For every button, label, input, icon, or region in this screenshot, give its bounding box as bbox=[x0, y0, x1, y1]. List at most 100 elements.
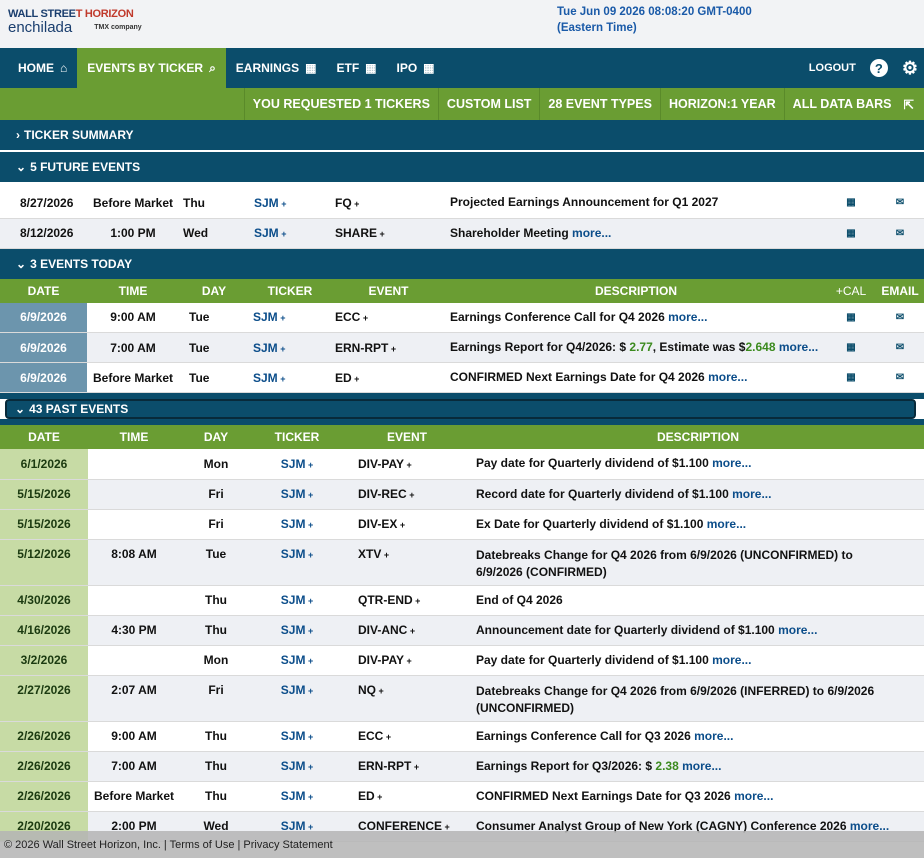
wall-street-horizon-logo[interactable]: WALL STREET HORIZON enchilada TMX company bbox=[8, 9, 142, 36]
more-link[interactable]: more... bbox=[779, 340, 818, 354]
ticker-cell[interactable]: SJM + bbox=[249, 302, 331, 333]
gear-icon[interactable]: ⚙ bbox=[902, 58, 918, 79]
event-cell[interactable]: DIV-PAY + bbox=[342, 645, 472, 676]
ticker-cell[interactable]: SJM + bbox=[249, 218, 331, 249]
date-cell: 8/12/2026 bbox=[0, 218, 87, 249]
day-cell: Wed bbox=[179, 218, 249, 249]
event-cell[interactable]: ED + bbox=[331, 362, 446, 393]
filter-label: 28 EVENT TYPES bbox=[548, 97, 652, 111]
event-cell[interactable]: ERN-RPT + bbox=[342, 751, 472, 782]
filter-2[interactable]: 28 EVENT TYPES bbox=[539, 88, 660, 120]
column-header: EVENT bbox=[342, 425, 472, 449]
ticker-cell[interactable]: SJM + bbox=[252, 479, 342, 510]
nav-home[interactable]: HOME ⌂ bbox=[8, 48, 77, 88]
ticker-summary-header[interactable]: › TICKER SUMMARY bbox=[0, 120, 924, 150]
more-link[interactable]: more... bbox=[778, 623, 817, 637]
more-link[interactable]: more... bbox=[707, 517, 746, 531]
ticker-cell[interactable]: SJM + bbox=[252, 449, 342, 480]
ticker-cell[interactable]: SJM + bbox=[252, 539, 342, 586]
description-text: Earnings Report for Q4/2026: $ bbox=[450, 340, 630, 354]
ticker-cell[interactable]: SJM + bbox=[252, 721, 342, 752]
ticker-cell[interactable]: SJM + bbox=[249, 332, 331, 363]
more-link[interactable]: more... bbox=[734, 789, 773, 803]
event-cell[interactable]: SHARE + bbox=[331, 218, 446, 249]
filter-3[interactable]: HORIZON:1 YEAR bbox=[659, 88, 784, 120]
more-link[interactable]: more... bbox=[572, 226, 611, 240]
column-header: TICKER bbox=[249, 278, 331, 303]
email-icon[interactable]: ✉ bbox=[876, 302, 924, 333]
calendar-icon[interactable]: ▦ bbox=[826, 362, 876, 393]
logout-button[interactable]: LOGOUT bbox=[809, 62, 856, 74]
more-link[interactable]: more... bbox=[712, 653, 751, 667]
ticker-label: SJM bbox=[254, 226, 279, 240]
filter-4[interactable]: ALL DATA BARS ⇱ bbox=[783, 88, 924, 120]
column-header: DATE bbox=[0, 278, 87, 303]
email-icon[interactable]: ✉ bbox=[876, 218, 924, 249]
past-events-header[interactable]: ⌄ 43 PAST EVENTS bbox=[5, 399, 916, 419]
ticker-cell[interactable]: SJM + bbox=[252, 509, 342, 540]
nav-label: EARNINGS bbox=[235, 61, 300, 75]
more-link[interactable]: more... bbox=[712, 456, 751, 470]
event-cell[interactable]: DIV-EX + bbox=[342, 509, 472, 540]
event-cell[interactable]: DIV-ANC + bbox=[342, 615, 472, 646]
date-cell: 5/12/2026 bbox=[0, 539, 88, 586]
future-events-header[interactable]: ⌄ 5 FUTURE EVENTS bbox=[0, 152, 924, 182]
more-link[interactable]: more... bbox=[732, 487, 771, 501]
event-cell[interactable]: QTR-END + bbox=[342, 585, 472, 616]
nav-etf[interactable]: ETF ▦ bbox=[326, 48, 386, 88]
description-text: Pay date for Quarterly dividend of $1.10… bbox=[476, 652, 709, 667]
ticker-cell[interactable]: SJM + bbox=[252, 751, 342, 782]
ticker-cell[interactable]: SJM + bbox=[252, 645, 342, 676]
event-cell[interactable]: XTV + bbox=[342, 539, 472, 586]
event-cell[interactable]: ECC + bbox=[331, 302, 446, 333]
footer[interactable]: © 2026 Wall Street Horizon, Inc. | Terms… bbox=[0, 831, 924, 858]
nav-right: LOGOUT? ⚙ bbox=[809, 48, 924, 88]
time-cell: Before Market bbox=[87, 188, 179, 219]
calendar-icon[interactable]: ▦ bbox=[826, 218, 876, 249]
more-link[interactable]: more... bbox=[682, 759, 721, 773]
chevron-down-icon: ⌄ bbox=[15, 402, 26, 416]
ticker-label: SJM bbox=[280, 623, 306, 637]
ticker-cell[interactable]: SJM + bbox=[249, 362, 331, 393]
column-header: DAY bbox=[180, 425, 252, 449]
ticker-label: SJM bbox=[254, 195, 279, 210]
table-row: 6/1/2026 Mon SJM + DIV-PAY + Pay date for Qu… bbox=[0, 449, 924, 480]
time-cell bbox=[88, 645, 180, 676]
more-link[interactable]: more... bbox=[668, 310, 707, 324]
plus-icon: + bbox=[404, 656, 412, 666]
time-cell: 7:00 AM bbox=[87, 332, 179, 363]
ticker-label: SJM bbox=[280, 653, 306, 667]
description-text: CONFIRMED Next Earnings Date for Q3 2026 bbox=[476, 788, 731, 803]
event-label: ERN-RPT bbox=[358, 759, 412, 773]
more-link[interactable]: more... bbox=[708, 370, 747, 384]
event-cell[interactable]: FQ + bbox=[331, 188, 446, 219]
more-link[interactable]: more... bbox=[694, 729, 733, 743]
help-icon[interactable]: ? bbox=[869, 59, 888, 77]
day-cell: Mon bbox=[180, 645, 252, 676]
event-label: NQ bbox=[358, 682, 376, 697]
filter-1[interactable]: CUSTOM LIST bbox=[437, 88, 540, 120]
event-cell[interactable]: DIV-REC + bbox=[342, 479, 472, 510]
nav-earnings[interactable]: EARNINGS ▦ bbox=[226, 48, 327, 88]
email-icon[interactable]: ✉ bbox=[876, 332, 924, 363]
ticker-cell[interactable]: SJM + bbox=[252, 615, 342, 646]
filter-0[interactable]: YOU REQUESTED 1 TICKERS bbox=[243, 88, 438, 120]
ticker-cell[interactable]: SJM + bbox=[252, 781, 342, 812]
ticker-cell[interactable]: SJM + bbox=[252, 585, 342, 616]
nav-events-by-ticker[interactable]: EVENTS BY TICKER ⌕ bbox=[77, 48, 226, 88]
event-cell[interactable]: DIV-PAY + bbox=[342, 449, 472, 480]
calendar-icon[interactable]: ▦ bbox=[826, 188, 876, 219]
ticker-cell[interactable]: SJM + bbox=[249, 188, 331, 219]
ticker-cell[interactable]: SJM + bbox=[252, 675, 342, 722]
today-events-header[interactable]: ⌄ 3 EVENTS TODAY bbox=[0, 248, 924, 279]
calendar-icon[interactable]: ▦ bbox=[826, 332, 876, 363]
calendar-icon[interactable]: ▦ bbox=[826, 302, 876, 333]
email-icon[interactable]: ✉ bbox=[876, 188, 924, 219]
event-cell[interactable]: ERN-RPT + bbox=[331, 332, 446, 363]
event-cell[interactable]: NQ + bbox=[342, 675, 472, 722]
email-icon[interactable]: ✉ bbox=[876, 362, 924, 393]
description-text: Ex Date for Quarterly dividend of $1.100 bbox=[476, 516, 704, 531]
event-cell[interactable]: ED + bbox=[342, 781, 472, 812]
event-cell[interactable]: ECC + bbox=[342, 721, 472, 752]
nav-ipo[interactable]: IPO ▦ bbox=[387, 48, 445, 88]
